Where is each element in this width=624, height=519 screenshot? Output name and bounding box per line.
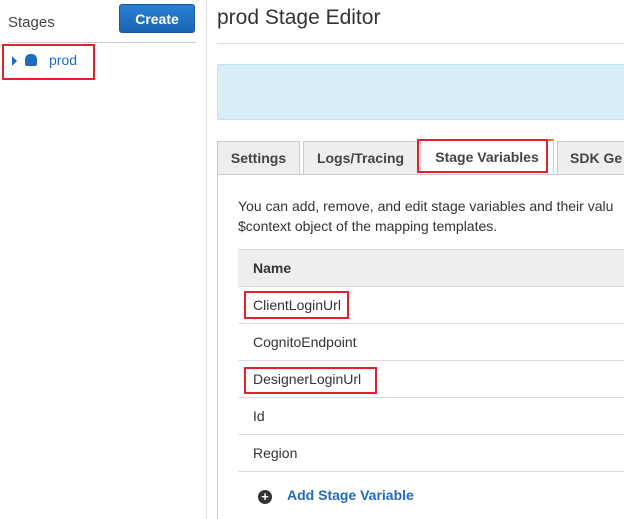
tab-settings[interactable]: Settings [217, 141, 300, 174]
stage-item-prod[interactable]: prod [2, 44, 95, 80]
stage-icon [25, 54, 37, 66]
plus-circle-icon: + [258, 490, 272, 504]
highlight-box [244, 367, 377, 394]
table-row[interactable]: Region [238, 435, 624, 472]
tab-logs-tracing[interactable]: Logs/Tracing [303, 141, 418, 174]
add-stage-variable-label[interactable]: Add Stage Variable [287, 487, 414, 503]
divider [7, 42, 196, 43]
table-row[interactable]: CognitoEndpoint [238, 324, 624, 361]
divider [217, 43, 624, 44]
tab-sdk-generation[interactable]: SDK Ge [557, 141, 624, 174]
highlight-box [417, 139, 548, 173]
highlight-box [244, 291, 349, 319]
info-banner [217, 64, 624, 120]
column-header-name[interactable]: Name [238, 249, 624, 287]
table-row[interactable]: Id [238, 398, 624, 435]
page-title: prod Stage Editor [217, 6, 381, 29]
stage-label[interactable]: prod [49, 52, 77, 68]
description: You can add, remove, and edit stage vari… [238, 196, 613, 236]
create-button[interactable]: Create [119, 4, 195, 33]
divider [206, 0, 207, 519]
expand-arrow-icon[interactable] [12, 56, 17, 66]
description-line: $context object of the mapping templates… [238, 218, 498, 234]
stages-title: Stages [8, 14, 55, 31]
description-line: You can add, remove, and edit stage vari… [238, 198, 614, 214]
add-stage-variable-button[interactable]: + Add Stage Variable [258, 487, 414, 504]
